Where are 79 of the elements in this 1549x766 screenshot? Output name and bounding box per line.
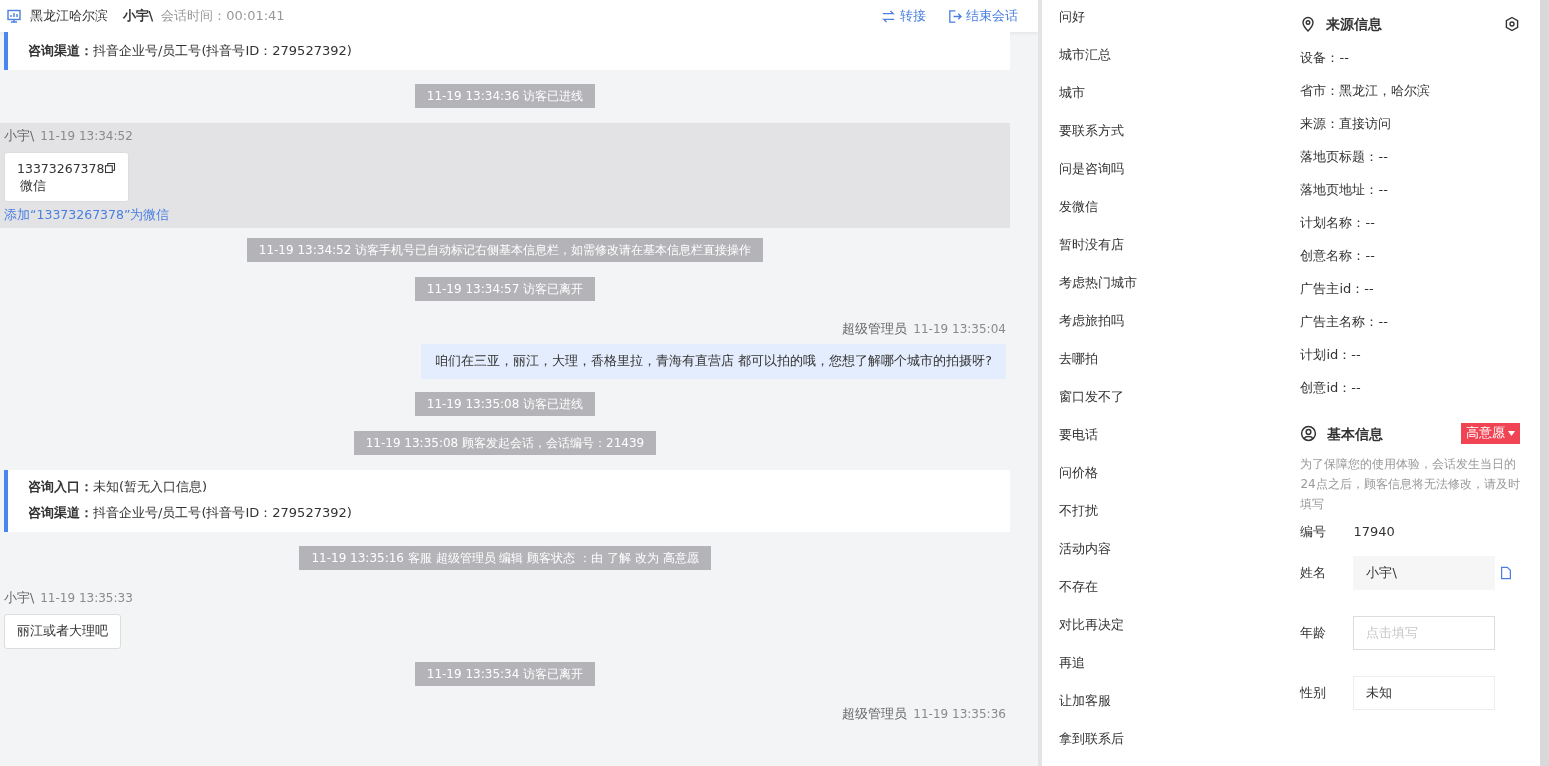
location-text: 黑龙江哈尔滨 bbox=[30, 7, 108, 26]
session-time: 会话时间：00:01:41 bbox=[161, 7, 285, 26]
quick-phrase[interactable]: 不打扰 bbox=[1058, 496, 1098, 534]
caret-icon bbox=[1508, 431, 1515, 437]
section-title: 基本信息 bbox=[1327, 424, 1384, 444]
quick-phrase[interactable]: 问价格 bbox=[1058, 458, 1098, 496]
user-circle-icon bbox=[1300, 425, 1318, 443]
source-field: 落地页地址：-- bbox=[1300, 172, 1520, 206]
message-time: 11-19 13:35:33 bbox=[40, 591, 133, 605]
system-notice: 11-19 13:35:08 顾客发起会话，会话编号：21439 bbox=[353, 431, 657, 455]
quick-phrase[interactable]: 暂时没有店 bbox=[1058, 230, 1124, 268]
quick-phrase[interactable]: 活动内容 bbox=[1058, 534, 1111, 572]
gender-field[interactable]: 未知 bbox=[1353, 675, 1496, 710]
visitor-name: 小宇\ bbox=[122, 7, 154, 26]
swap-arrows-icon bbox=[880, 8, 896, 24]
source-field: 来源：直接访问 bbox=[1300, 106, 1520, 140]
system-notice: 11-19 13:34:52 访客手机号已自动标记右侧基本信息栏，如需修改请在基本信息栏直接操作 bbox=[246, 237, 764, 262]
quick-phrase[interactable]: 发微信 bbox=[1058, 192, 1098, 230]
quick-phrase[interactable]: 城市汇总 bbox=[1058, 40, 1111, 78]
info-line: 咨询渠道：抖音企业号/员工号(抖音号ID：279527392) bbox=[28, 42, 353, 60]
sender-name: 超级管理员 bbox=[842, 705, 908, 721]
quick-phrase[interactable]: 要电话 bbox=[1058, 420, 1098, 458]
message-time: 11-19 13:35:36 bbox=[913, 706, 1006, 721]
quick-phrase[interactable]: 窗口发不了 bbox=[1058, 382, 1124, 420]
system-notice: 11-19 13:35:08 访客已进线 bbox=[414, 392, 596, 416]
system-notice: 11-19 13:35:16 客服 超级管理员 编辑 顾客状态 ：由 了解 改为 高意愿 bbox=[299, 546, 711, 570]
sender-name: 小宇\ bbox=[4, 128, 35, 143]
system-notice: 11-19 13:34:36 访客已进线 bbox=[414, 84, 596, 108]
copy-icon bbox=[104, 162, 117, 175]
settings-icon bbox=[1504, 16, 1520, 33]
source-field: 广告主名称：-- bbox=[1300, 304, 1520, 338]
location-pin-icon bbox=[1300, 16, 1317, 33]
quick-phrase[interactable]: 不存在 bbox=[1058, 572, 1098, 610]
info-line: 咨询入口：未知(暂无入口信息) bbox=[28, 478, 209, 496]
source-field: 省市：黑龙江，哈尔滨 bbox=[1300, 73, 1520, 107]
source-field: 计划id：-- bbox=[1300, 337, 1520, 371]
transfer-button[interactable]: 转接 bbox=[880, 6, 926, 26]
exit-icon bbox=[946, 8, 962, 24]
document-icon bbox=[1499, 565, 1514, 580]
field-value: 17940 bbox=[1353, 523, 1395, 541]
message-time: 11-19 13:34:52 bbox=[40, 129, 133, 143]
monitor-icon bbox=[6, 8, 22, 24]
section-title: 来源信息 bbox=[1326, 15, 1383, 34]
message-bubble: 丽江或者大理吧 bbox=[4, 613, 121, 649]
contact-type: 微信 bbox=[19, 176, 48, 194]
source-field: 设备：-- bbox=[1300, 40, 1520, 74]
quick-phrase[interactable]: 考虑热门城市 bbox=[1058, 268, 1137, 306]
end-session-button[interactable]: 结束会话 bbox=[946, 6, 1018, 26]
notice-text: 为了保障您的使用体验，会话发生当日的24点之后，顾客信息将无法修改，请及时填写 bbox=[1300, 456, 1520, 513]
quick-phrase[interactable]: 再追 bbox=[1058, 648, 1085, 686]
system-notice: 11-19 13:34:57 访客已离开 bbox=[414, 276, 596, 301]
phone-number: 13373267378 bbox=[17, 159, 105, 177]
quick-phrase[interactable]: 对比再决定 bbox=[1058, 610, 1124, 648]
field-label: 编号 bbox=[1300, 523, 1328, 541]
quick-phrase[interactable]: 问好 bbox=[1058, 2, 1085, 40]
quick-phrase[interactable]: 要联系方式 bbox=[1058, 116, 1124, 154]
quick-phrase[interactable]: 拿到联系后 bbox=[1058, 724, 1124, 762]
source-field: 广告主id：-- bbox=[1300, 271, 1520, 305]
sender-name: 超级管理员 bbox=[842, 320, 908, 336]
status-dropdown[interactable]: 高意愿 bbox=[1460, 423, 1520, 444]
source-field: 创意名称：-- bbox=[1300, 238, 1520, 272]
field-label: 姓名 bbox=[1300, 563, 1328, 582]
quick-phrase[interactable]: 问是咨询吗 bbox=[1058, 154, 1124, 192]
quick-phrase[interactable]: 城市 bbox=[1058, 78, 1085, 116]
field-label: 性别 bbox=[1300, 683, 1328, 702]
sender-name: 小宇\ bbox=[4, 590, 35, 605]
source-field: 计划名称：-- bbox=[1300, 205, 1520, 239]
name-field: 小宇\ bbox=[1353, 555, 1496, 590]
message-time: 11-19 13:35:04 bbox=[913, 321, 1006, 336]
field-label: 年龄 bbox=[1300, 623, 1328, 642]
quick-phrase[interactable]: 考虑旅拍吗 bbox=[1058, 306, 1124, 344]
quick-phrase[interactable]: 让加客服 bbox=[1058, 686, 1111, 724]
message-bubble: 咱们在三亚，丽江，大理，香格里拉，青海有直营店 都可以拍的哦，您想了解哪个城市的拍摄呀? bbox=[421, 344, 1006, 379]
quick-phrase[interactable]: 去哪拍 bbox=[1058, 344, 1098, 382]
info-line: 咨询渠道：抖音企业号/员工号(抖音号ID：279527392) bbox=[28, 504, 353, 522]
source-field: 创意id：-- bbox=[1300, 370, 1520, 404]
contact-card[interactable]: 13373267378 微信 bbox=[4, 151, 130, 202]
system-notice: 11-19 13:35:34 访客已离开 bbox=[414, 661, 596, 686]
source-field: 落地页标题：-- bbox=[1300, 139, 1520, 173]
